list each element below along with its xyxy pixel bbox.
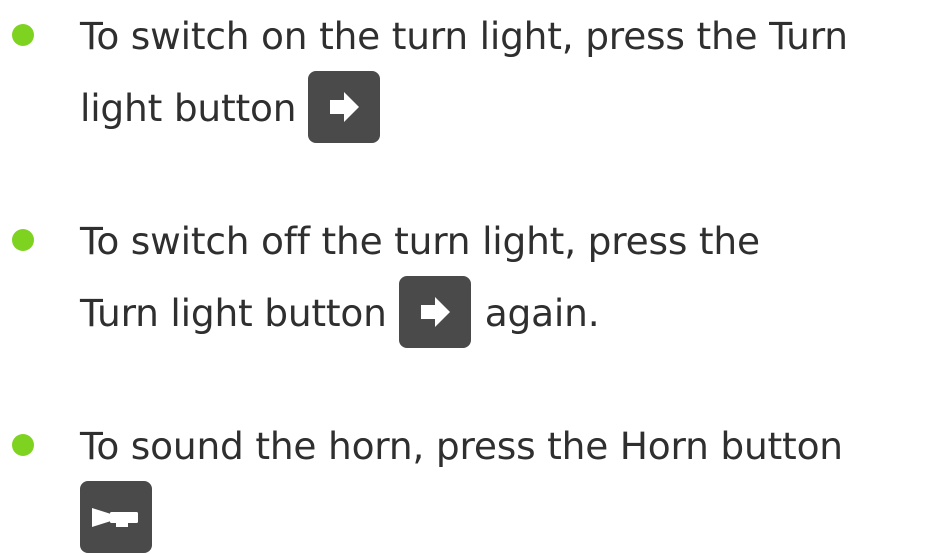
instruction-line-text: light button [80,86,297,130]
bullet-dot [12,24,34,46]
instruction-line-suffix: again. [484,291,600,335]
horn-icon [80,480,152,553]
instruction-line: Turn light button again. [80,275,938,349]
turn-right-arrow-icon [308,70,381,143]
bullet-dot [12,434,34,456]
instruction-text: To sound the horn, press the Horn button [80,410,938,554]
instruction-line: To switch on the turn light, press the T… [80,14,848,58]
instruction-line: light button [80,70,938,144]
turn-right-arrow-icon [398,275,471,348]
instruction-list: To switch on the turn light, press the T… [0,0,938,553]
instruction-line: To sound the horn, press the Horn button [80,424,843,468]
instruction-line-text: Turn light button [80,291,387,335]
instruction-line [80,480,938,554]
instruction-text: To switch off the turn light, press the … [80,205,938,349]
instruction-text: To switch on the turn light, press the T… [80,0,938,144]
instruction-line: To switch off the turn light, press the [80,219,760,263]
bullet-dot [12,229,34,251]
